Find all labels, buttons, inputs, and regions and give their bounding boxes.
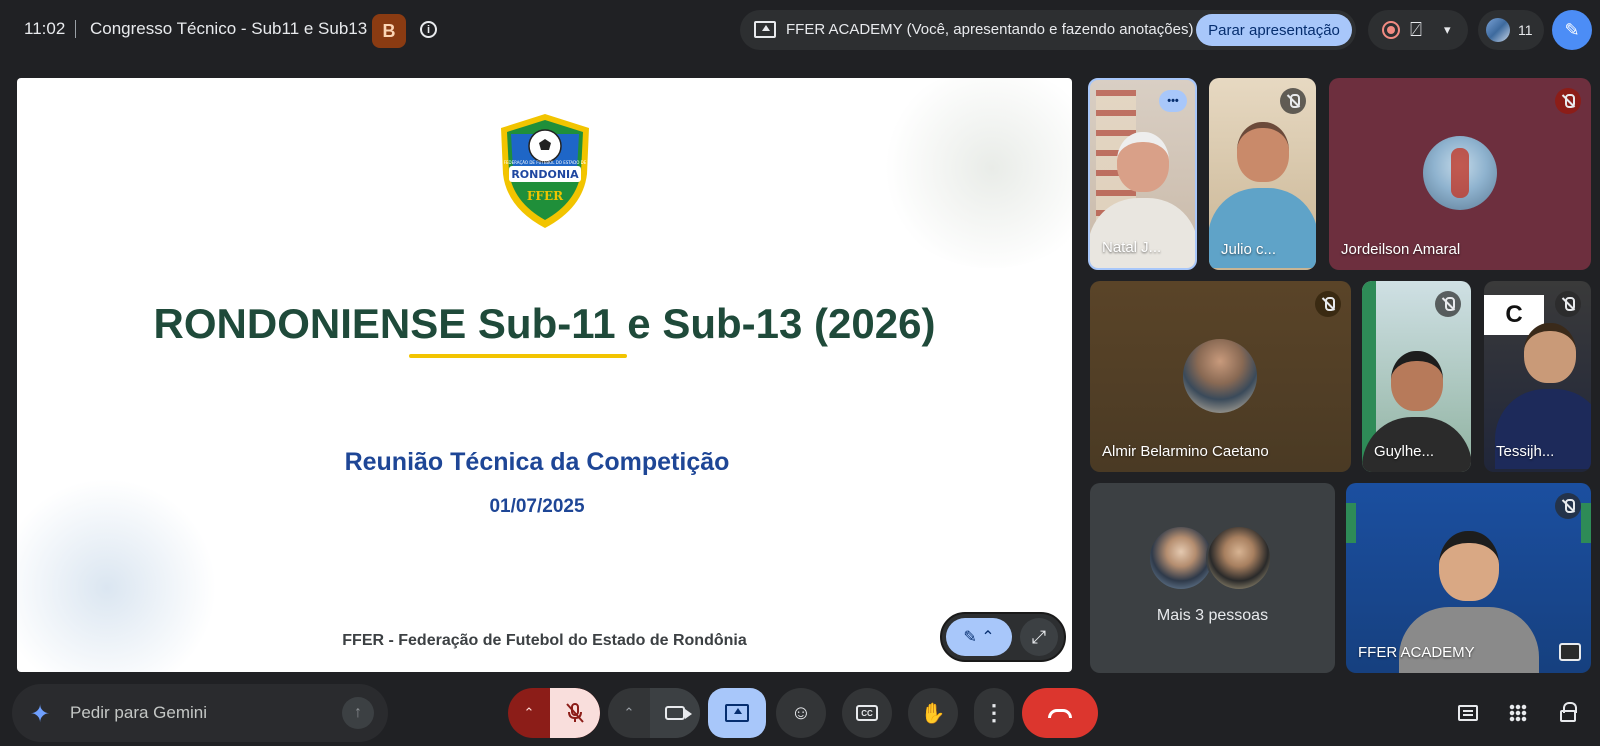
room-icon[interactable]: B: [372, 14, 406, 48]
record-icon[interactable]: [1382, 21, 1400, 39]
top-bar: 11:02 Congresso Técnico - Sub11 e Sub13 …: [0, 0, 1600, 60]
participant-count: 11: [1518, 22, 1533, 38]
mic-off-icon: [1280, 88, 1306, 114]
gemini-prompt[interactable]: ✦ Pedir para Gemini ↑: [12, 684, 388, 742]
participant-name: Guylhe...: [1374, 443, 1435, 460]
microphone-control[interactable]: ⌃: [508, 688, 600, 738]
mic-off-button[interactable]: [550, 688, 600, 738]
camera-control[interactable]: ⌃: [608, 688, 700, 738]
participant-tile[interactable]: Jordeilson Amaral: [1329, 78, 1591, 270]
svg-text:FEDERAÇÃO DE FUTEBOL DO ESTADO: FEDERAÇÃO DE FUTEBOL DO ESTADO DE: [504, 160, 587, 165]
raise-hand-button[interactable]: ✋: [908, 688, 958, 738]
avatar: [1423, 136, 1497, 210]
activities-button[interactable]: [1502, 697, 1534, 729]
chevron-up-icon[interactable]: ⌃: [608, 688, 650, 738]
participants-button[interactable]: 11: [1478, 10, 1544, 50]
svg-text:RONDONIA: RONDONIA: [511, 168, 579, 181]
chevron-up-icon[interactable]: ⌃: [508, 688, 550, 738]
gemini-sparkle-icon: ✦: [30, 701, 51, 728]
participants-avatar: [1486, 18, 1510, 42]
host-controls-button[interactable]: [1552, 697, 1584, 729]
more-options-button[interactable]: ⋮: [974, 688, 1014, 738]
participant-tile[interactable]: ••• Natal J...: [1088, 78, 1197, 270]
logo-background: [1346, 503, 1356, 543]
participant-tile[interactable]: Almir Belarmino Caetano: [1090, 281, 1351, 472]
more-people-tile[interactable]: Mais 3 pessoas: [1090, 483, 1335, 673]
presentation-slide: FEDERAÇÃO DE FUTEBOL DO ESTADO DE RONDON…: [17, 78, 1072, 672]
participant-name: FFER ACADEMY: [1358, 644, 1475, 661]
chevron-up-icon: ⌃: [981, 629, 995, 646]
more-people-label: Mais 3 pessoas: [1156, 607, 1269, 624]
participant-tile[interactable]: FFER ACADEMY: [1346, 483, 1591, 673]
chevron-down-icon[interactable]: ▾: [1444, 22, 1451, 38]
send-icon[interactable]: ↑: [342, 697, 374, 729]
participant-tile[interactable]: Julio c...: [1209, 78, 1316, 270]
mic-off-icon: [1555, 88, 1581, 114]
participant-tile[interactable]: Guylhe...: [1362, 281, 1471, 472]
annotate-pen-button[interactable]: ✎ ⌃: [946, 618, 1012, 656]
chat-button[interactable]: [1452, 697, 1484, 729]
mic-slash-icon: [566, 703, 584, 723]
mic-off-icon: [1555, 493, 1581, 519]
apps-grid-icon: [1509, 704, 1527, 722]
present-screen-icon: [725, 704, 749, 722]
leave-call-button[interactable]: [1022, 688, 1098, 738]
video-camera-icon: [665, 706, 692, 720]
avatar: [1206, 525, 1272, 591]
participant-name: Natal J...: [1102, 239, 1162, 256]
more-vertical-icon: ⋮: [983, 700, 1005, 725]
captions-button[interactable]: CC: [842, 688, 892, 738]
lock-icon: [1560, 702, 1577, 722]
presenting-status: FFER ACADEMY (Você, apresentando e fazen…: [786, 21, 1194, 38]
avatar: [1183, 339, 1257, 413]
meeting-title: Congresso Técnico - Sub11 e Sub13: [90, 19, 368, 38]
camera-button[interactable]: [650, 688, 700, 738]
mic-off-icon: [1315, 291, 1341, 317]
participant-tile[interactable]: C Tessijh...: [1484, 281, 1591, 472]
svg-text:FFER: FFER: [527, 189, 564, 203]
slide-title: RONDONIENSE Sub-11 e Sub-13 (2026): [153, 300, 936, 347]
presenting-banner: FFER ACADEMY (Você, apresentando e fazen…: [740, 10, 1356, 50]
mic-off-icon: [1555, 291, 1581, 317]
more-options-icon[interactable]: •••: [1159, 90, 1187, 112]
title-underline: [409, 354, 627, 358]
activities-pen-icon[interactable]: ✎: [1552, 10, 1592, 50]
participant-name: Julio c...: [1221, 241, 1277, 258]
picture-in-picture-icon[interactable]: [1559, 643, 1581, 661]
present-screen-icon: [754, 21, 776, 38]
present-screen-button[interactable]: [708, 688, 766, 738]
info-icon[interactable]: i: [420, 21, 437, 38]
chat-icon: [1458, 705, 1478, 721]
slide-decoration: [877, 78, 1072, 268]
recording-controls[interactable]: ⍁ ▾: [1368, 10, 1468, 50]
reactions-button[interactable]: ☺: [776, 688, 826, 738]
hang-up-icon: [1048, 708, 1072, 718]
divider: [75, 20, 76, 38]
gemini-input[interactable]: Pedir para Gemini: [70, 703, 207, 723]
no-captions-icon[interactable]: ⍁: [1410, 19, 1422, 42]
logo-background: [1581, 503, 1591, 543]
ffer-crest-logo: FEDERAÇÃO DE FUTEBOL DO ESTADO DE RONDON…: [501, 114, 589, 228]
captions-icon: CC: [856, 705, 878, 721]
hand-icon: ✋: [920, 702, 946, 725]
emoji-icon: ☺: [790, 701, 812, 724]
clock: 11:02: [24, 19, 66, 38]
slide-date: 01/07/2025: [489, 496, 585, 517]
participant-name: Almir Belarmino Caetano: [1102, 443, 1269, 460]
pen-icon: ✎: [963, 629, 977, 646]
mic-off-icon: [1435, 291, 1461, 317]
slide-footer: FFER - Federação de Futebol do Estado de…: [342, 632, 747, 649]
fullscreen-expand-icon[interactable]: ⤢: [1020, 618, 1058, 656]
participant-name: Jordeilson Amaral: [1341, 241, 1461, 258]
avatar: [1148, 525, 1214, 591]
participant-name: Tessijh...: [1496, 443, 1555, 460]
presentation-controls: ✎ ⌃ ⤢: [940, 612, 1066, 662]
slide-subtitle: Reunião Técnica da Competição: [344, 448, 730, 476]
stop-presenting-button[interactable]: Parar apresentação: [1196, 14, 1352, 46]
